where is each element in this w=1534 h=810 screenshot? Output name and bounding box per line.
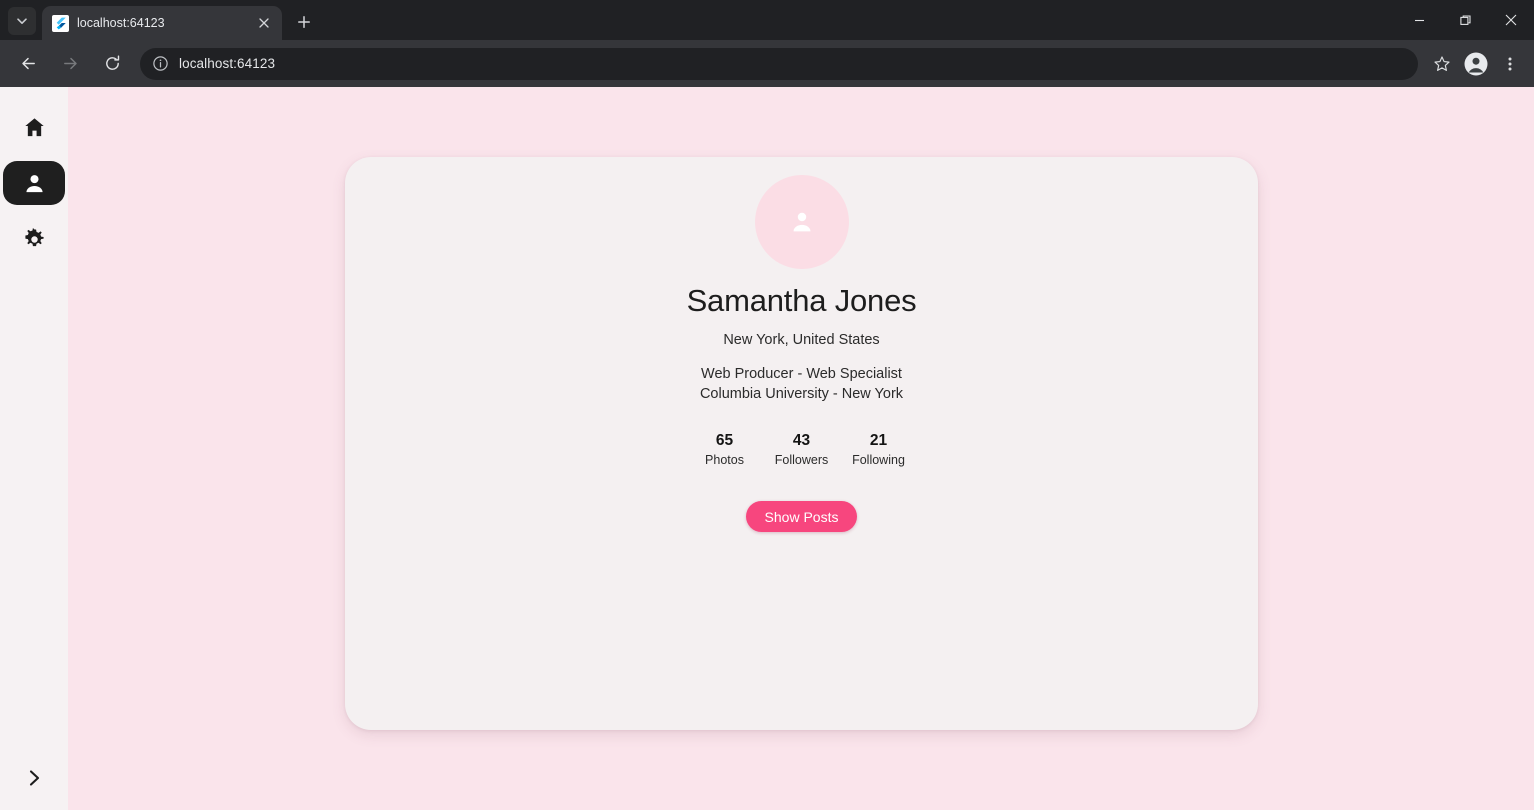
chevron-down-icon — [17, 18, 27, 24]
browser-window: localhost:64123 localhost:64123 Samantha… — [0, 0, 1534, 810]
bookmark-button[interactable] — [1426, 48, 1458, 80]
tab-strip: localhost:64123 — [0, 0, 1534, 40]
app-sidebar — [0, 87, 68, 810]
person-icon — [25, 174, 43, 192]
minimize-icon — [1414, 19, 1424, 21]
main-stage: Samantha Jones New York, United States W… — [68, 87, 1534, 810]
sidebar-expand-button[interactable] — [12, 756, 56, 800]
new-tab-button[interactable] — [290, 8, 318, 36]
stat-photos: 65 Photos — [686, 432, 763, 467]
stat-label: Followers — [774, 453, 829, 468]
browser-toolbar: localhost:64123 — [0, 40, 1534, 87]
stat-label: Photos — [705, 453, 744, 468]
show-posts-button[interactable]: Show Posts — [745, 501, 858, 533]
chevron-right-icon — [29, 770, 40, 786]
stat-followers: 43 Followers — [763, 432, 840, 467]
restore-icon — [1459, 14, 1471, 25]
back-button[interactable] — [12, 48, 44, 80]
profile-stats: 65 Photos 43 Followers 21 Following — [686, 432, 917, 467]
profile-button[interactable] — [1460, 48, 1492, 80]
stat-label: Following — [852, 453, 905, 468]
sidebar-item-home[interactable] — [3, 105, 65, 149]
page-viewport: Samantha Jones New York, United States W… — [0, 87, 1534, 810]
window-minimize-button[interactable] — [1396, 0, 1442, 40]
forward-button[interactable] — [54, 48, 86, 80]
tab-close-button[interactable] — [254, 13, 274, 33]
avatar — [754, 175, 849, 269]
browser-menu-button[interactable] — [1494, 48, 1526, 80]
three-dot-menu-icon — [1508, 57, 1512, 70]
reload-button[interactable] — [96, 48, 128, 80]
window-controls — [1396, 0, 1534, 40]
tab-search-button[interactable] — [8, 7, 36, 35]
account-avatar-icon — [1464, 52, 1488, 75]
profile-card: Samantha Jones New York, United States W… — [345, 157, 1258, 730]
profile-job-title: Web Producer - Web Specialist — [701, 366, 902, 383]
window-close-button[interactable] — [1488, 0, 1534, 40]
gear-icon — [24, 227, 44, 246]
arrow-left-icon — [21, 57, 35, 70]
address-bar[interactable]: localhost:64123 — [140, 47, 1418, 80]
profile-location: New York, United States — [723, 332, 880, 349]
page-title: Samantha Jones — [686, 283, 917, 318]
profile-education: Columbia University - New York — [699, 386, 904, 403]
stat-value: 43 — [792, 432, 811, 450]
person-icon — [793, 212, 810, 232]
stat-value: 65 — [715, 432, 734, 450]
home-icon — [24, 117, 44, 136]
sidebar-item-profile[interactable] — [3, 161, 65, 205]
tab-title: localhost:64123 — [77, 16, 165, 30]
star-icon — [1434, 55, 1450, 71]
plus-icon — [298, 16, 310, 28]
info-circle-icon — [153, 56, 168, 71]
flutter-logo-icon — [52, 14, 69, 32]
address-bar-url: localhost:64123 — [179, 56, 276, 71]
reload-icon — [105, 55, 119, 70]
browser-tab[interactable]: localhost:64123 — [42, 6, 282, 40]
close-icon — [259, 18, 269, 28]
close-icon — [1505, 14, 1517, 26]
stat-value: 21 — [869, 432, 888, 450]
sidebar-item-settings[interactable] — [3, 217, 65, 261]
window-maximize-button[interactable] — [1442, 0, 1488, 40]
stat-following: 21 Following — [840, 432, 917, 467]
arrow-right-icon — [63, 57, 77, 70]
profile-details: Web Producer - Web Specialist Columbia U… — [700, 364, 903, 404]
